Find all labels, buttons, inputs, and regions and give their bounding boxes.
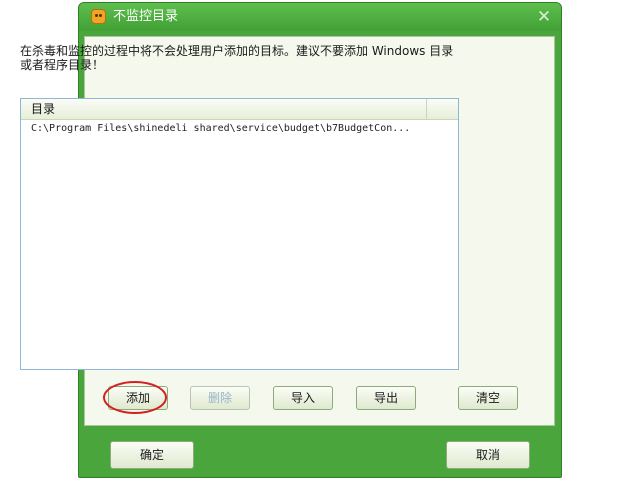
ok-button[interactable]: 确定 — [110, 441, 194, 469]
close-icon[interactable]: ✕ — [535, 8, 553, 26]
window-title: 不监控目录 — [113, 9, 179, 24]
delete-button: 删除 — [190, 386, 250, 410]
list-header: 目录 — [21, 99, 458, 120]
add-button[interactable]: 添加 — [108, 386, 168, 410]
clear-button[interactable]: 清空 — [458, 386, 518, 410]
cancel-button[interactable]: 取消 — [446, 441, 530, 469]
export-button[interactable]: 导出 — [356, 386, 416, 410]
title-bar[interactable]: 不监控目录 ✕ — [79, 3, 561, 31]
column-header-directory[interactable]: 目录 — [21, 99, 427, 119]
list-item[interactable]: C:\Program Files\shinedeli shared\servic… — [21, 120, 458, 137]
tiger-app-icon — [91, 9, 106, 24]
import-button[interactable]: 导入 — [273, 386, 333, 410]
excluded-directory-list[interactable]: 目录 C:\Program Files\shinedeli shared\ser… — [20, 98, 459, 370]
description-text: 在杀毒和监控的过程中将不会处理用户添加的目标。建议不要添加 Windows 目录… — [20, 44, 454, 72]
